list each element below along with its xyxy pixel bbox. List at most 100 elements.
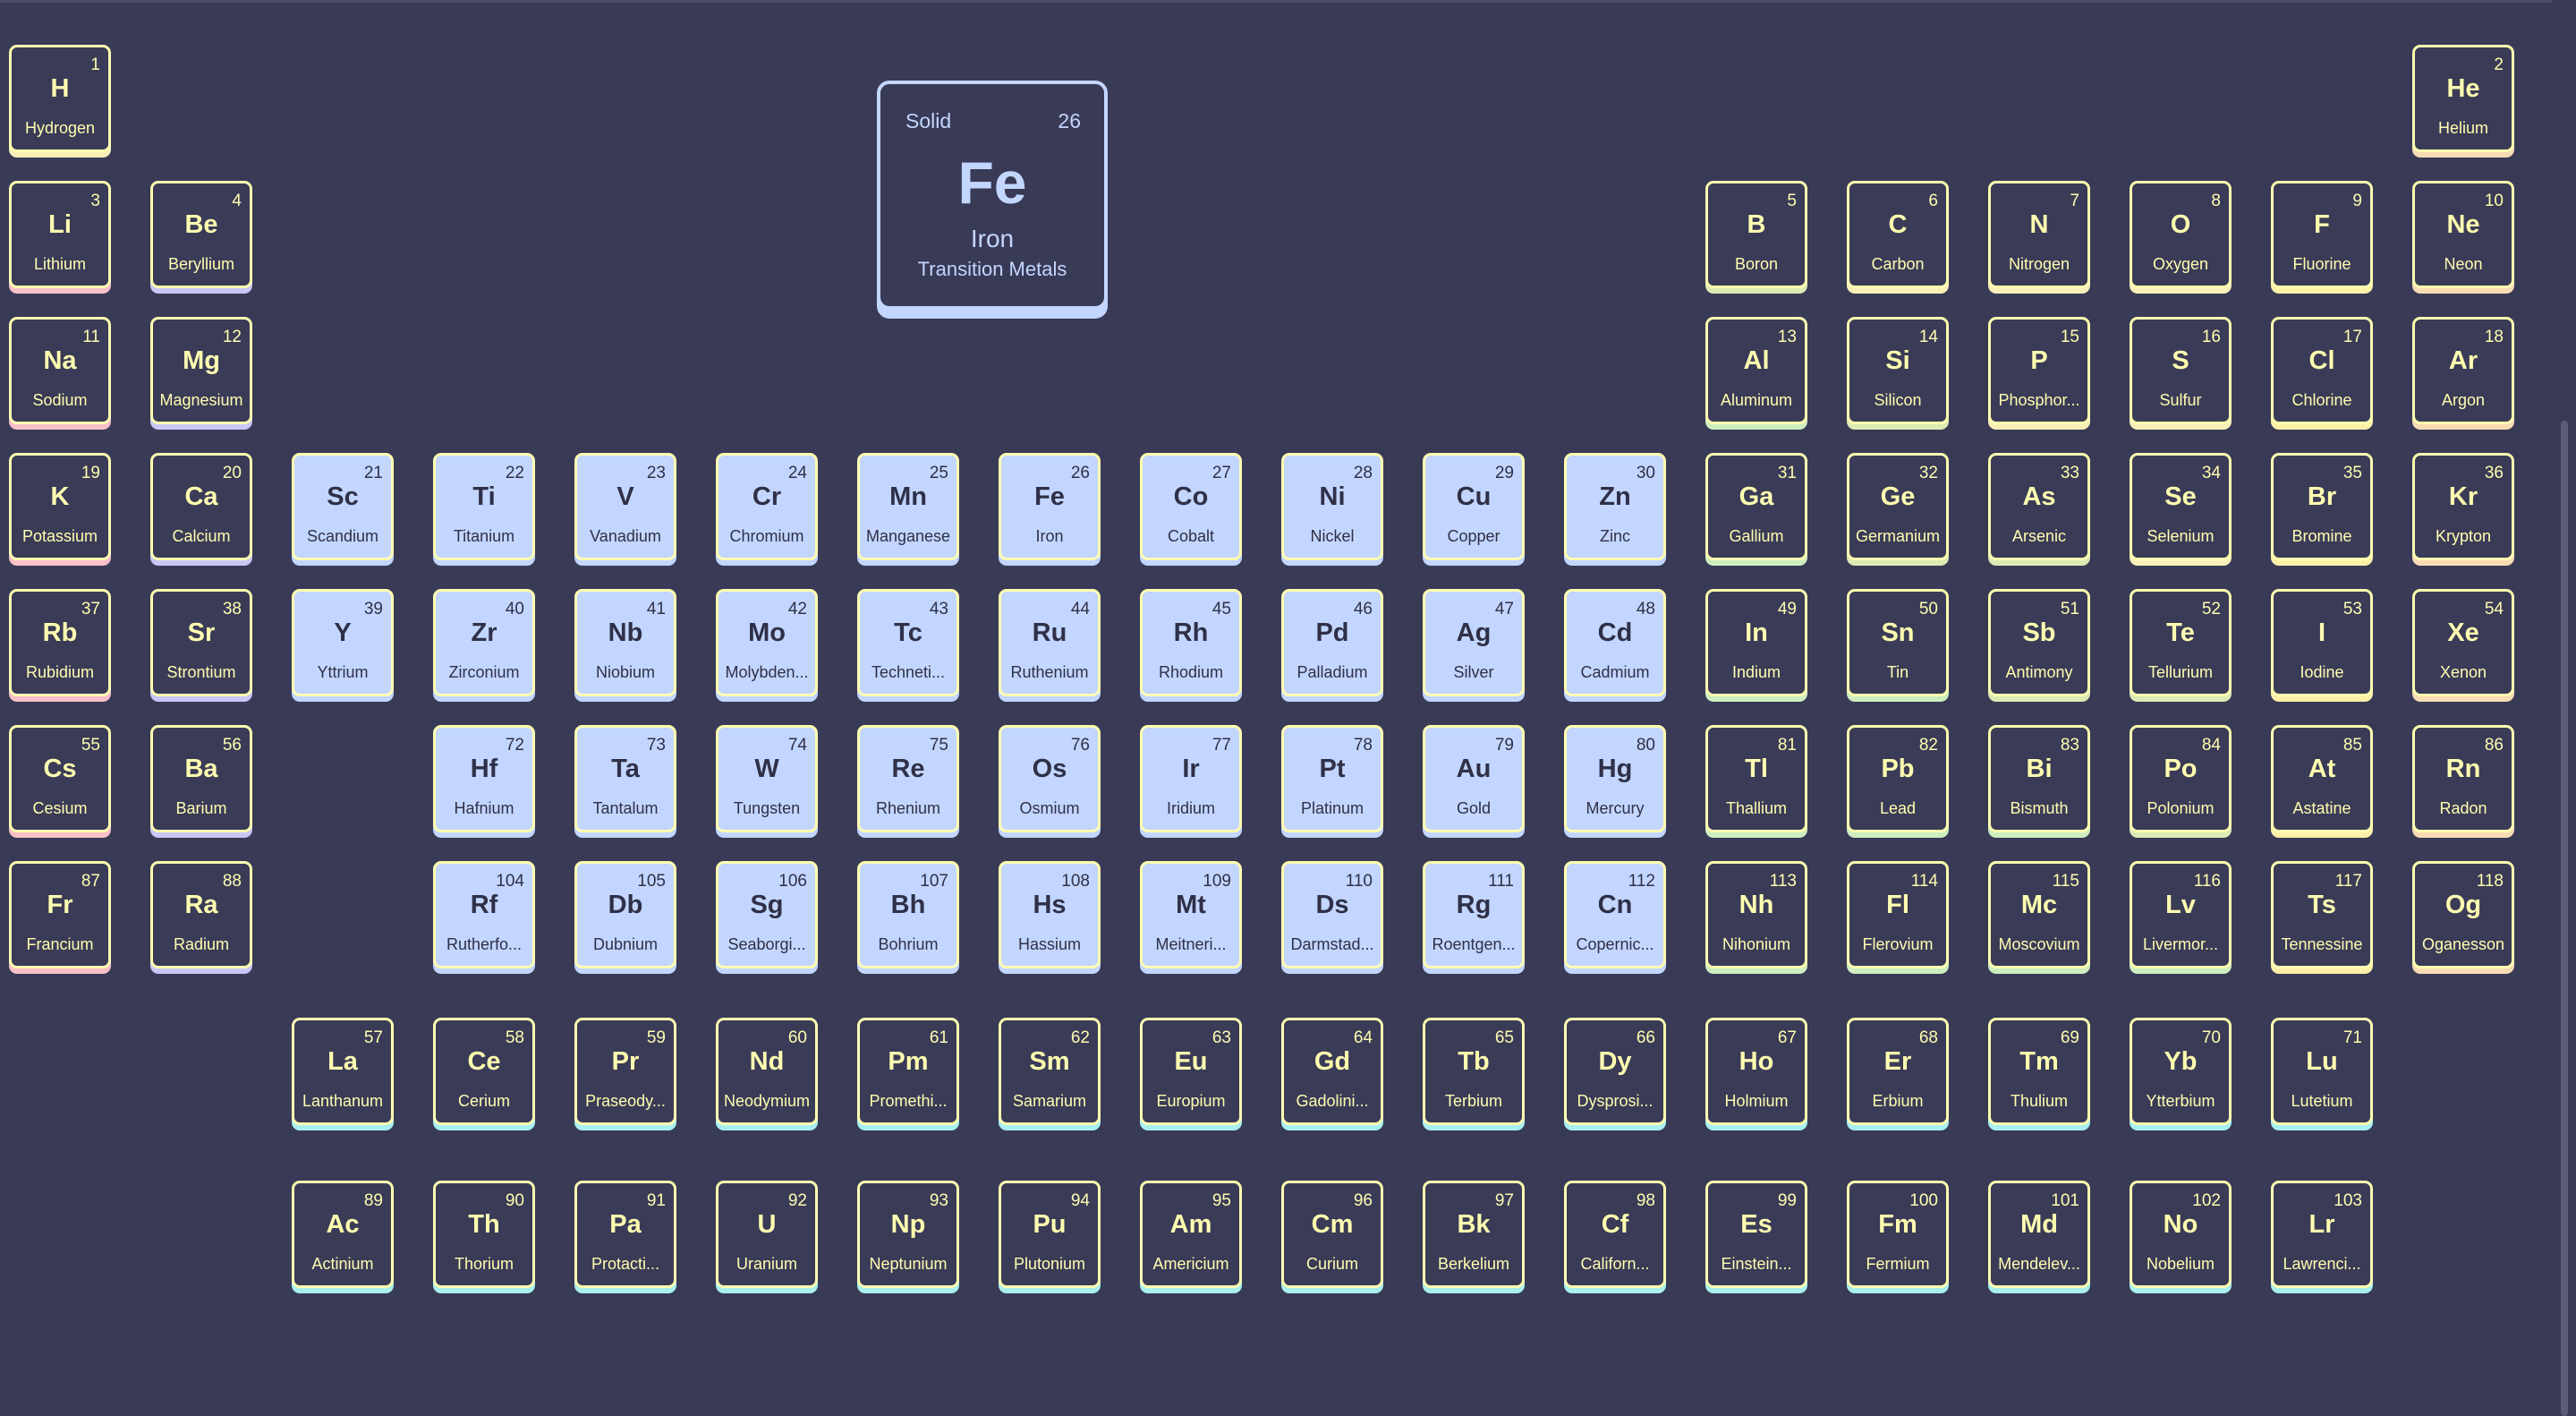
element-tile-selenium[interactable]: 34 Se Selenium <box>2130 453 2232 560</box>
element-tile-rhodium[interactable]: 45 Rh Rhodium <box>1140 589 1242 696</box>
element-tile-dubnium[interactable]: 105 Db Dubnium <box>574 861 676 968</box>
element-tile-francium[interactable]: 87 Fr Francium <box>9 861 111 968</box>
element-tile-rubidium[interactable]: 37 Rb Rubidium <box>9 589 111 696</box>
element-tile-mercury[interactable]: 80 Hg Mercury <box>1564 725 1666 832</box>
element-tile-osmium[interactable]: 76 Os Osmium <box>999 725 1101 832</box>
element-tile-ytterbium[interactable]: 70 Yb Ytterbium <box>2130 1018 2232 1125</box>
element-tile-tellurium[interactable]: 52 Te Tellurium <box>2130 589 2232 696</box>
element-tile-xenon[interactable]: 54 Xe Xenon <box>2412 589 2514 696</box>
element-tile-berkelium[interactable]: 97 Bk Berkelium <box>1423 1181 1525 1288</box>
element-tile-lutetium[interactable]: 71 Lu Lutetium <box>2271 1018 2373 1125</box>
element-tile-nickel[interactable]: 28 Ni Nickel <box>1281 453 1383 560</box>
element-tile-bromine[interactable]: 35 Br Bromine <box>2271 453 2373 560</box>
element-tile-americium[interactable]: 95 Am Americium <box>1140 1181 1242 1288</box>
element-tile-molybden[interactable]: 42 Mo Molybden... <box>716 589 818 696</box>
element-tile-promethi[interactable]: 61 Pm Promethi... <box>857 1018 959 1125</box>
element-tile-ruthenium[interactable]: 44 Ru Ruthenium <box>999 589 1101 696</box>
element-tile-californ[interactable]: 98 Cf Californ... <box>1564 1181 1666 1288</box>
element-tile-tantalum[interactable]: 73 Ta Tantalum <box>574 725 676 832</box>
element-tile-erbium[interactable]: 68 Er Erbium <box>1847 1018 1949 1125</box>
element-tile-iodine[interactable]: 53 I Iodine <box>2271 589 2373 696</box>
element-tile-techneti[interactable]: 43 Tc Techneti... <box>857 589 959 696</box>
element-tile-fluorine[interactable]: 9 F Fluorine <box>2271 181 2373 288</box>
element-tile-nitrogen[interactable]: 7 N Nitrogen <box>1988 181 2090 288</box>
element-tile-polonium[interactable]: 84 Po Polonium <box>2130 725 2232 832</box>
element-tile-phosphor[interactable]: 15 P Phosphor... <box>1988 317 2090 424</box>
element-tile-copernic[interactable]: 112 Cn Copernic... <box>1564 861 1666 968</box>
element-tile-cerium[interactable]: 58 Ce Cerium <box>433 1018 535 1125</box>
element-tile-magnesium[interactable]: 12 Mg Magnesium <box>150 317 252 424</box>
element-tile-zirconium[interactable]: 40 Zr Zirconium <box>433 589 535 696</box>
element-tile-protacti[interactable]: 91 Pa Protacti... <box>574 1181 676 1288</box>
element-tile-beryllium[interactable]: 4 Be Beryllium <box>150 181 252 288</box>
element-tile-europium[interactable]: 63 Eu Europium <box>1140 1018 1242 1125</box>
element-tile-strontium[interactable]: 38 Sr Strontium <box>150 589 252 696</box>
scrollbar-thumb[interactable] <box>2561 421 2568 1416</box>
element-tile-cesium[interactable]: 55 Cs Cesium <box>9 725 111 832</box>
element-tile-platinum[interactable]: 78 Pt Platinum <box>1281 725 1383 832</box>
element-tile-lead[interactable]: 82 Pb Lead <box>1847 725 1949 832</box>
element-tile-thallium[interactable]: 81 Tl Thallium <box>1705 725 1807 832</box>
element-tile-manganese[interactable]: 25 Mn Manganese <box>857 453 959 560</box>
element-tile-livermor[interactable]: 116 Lv Livermor... <box>2130 861 2232 968</box>
element-tile-argon[interactable]: 18 Ar Argon <box>2412 317 2514 424</box>
element-tile-silver[interactable]: 47 Ag Silver <box>1423 589 1525 696</box>
element-tile-gallium[interactable]: 31 Ga Gallium <box>1705 453 1807 560</box>
element-tile-thorium[interactable]: 90 Th Thorium <box>433 1181 535 1288</box>
element-tile-antimony[interactable]: 51 Sb Antimony <box>1988 589 2090 696</box>
element-tile-actinium[interactable]: 89 Ac Actinium <box>292 1181 394 1288</box>
element-tile-flerovium[interactable]: 114 Fl Flerovium <box>1847 861 1949 968</box>
element-tile-yttrium[interactable]: 39 Y Yttrium <box>292 589 394 696</box>
element-tile-scandium[interactable]: 21 Sc Scandium <box>292 453 394 560</box>
element-tile-tennessine[interactable]: 117 Ts Tennessine <box>2271 861 2373 968</box>
element-tile-copper[interactable]: 29 Cu Copper <box>1423 453 1525 560</box>
element-tile-cadmium[interactable]: 48 Cd Cadmium <box>1564 589 1666 696</box>
element-tile-neptunium[interactable]: 93 Np Neptunium <box>857 1181 959 1288</box>
element-tile-barium[interactable]: 56 Ba Barium <box>150 725 252 832</box>
element-tile-tungsten[interactable]: 74 W Tungsten <box>716 725 818 832</box>
element-tile-silicon[interactable]: 14 Si Silicon <box>1847 317 1949 424</box>
element-tile-palladium[interactable]: 46 Pd Palladium <box>1281 589 1383 696</box>
element-tile-hassium[interactable]: 108 Hs Hassium <box>999 861 1101 968</box>
element-tile-curium[interactable]: 96 Cm Curium <box>1281 1181 1383 1288</box>
element-tile-seaborgi[interactable]: 106 Sg Seaborgi... <box>716 861 818 968</box>
element-tile-hydrogen[interactable]: 1 H Hydrogen <box>9 45 111 152</box>
element-tile-praseody[interactable]: 59 Pr Praseody... <box>574 1018 676 1125</box>
element-tile-oxygen[interactable]: 8 O Oxygen <box>2130 181 2232 288</box>
element-tile-iron[interactable]: 26 Fe Iron <box>999 453 1101 560</box>
element-tile-holmium[interactable]: 67 Ho Holmium <box>1705 1018 1807 1125</box>
element-tile-astatine[interactable]: 85 At Astatine <box>2271 725 2373 832</box>
element-tile-rutherfo[interactable]: 104 Rf Rutherfo... <box>433 861 535 968</box>
element-tile-rhenium[interactable]: 75 Re Rhenium <box>857 725 959 832</box>
element-tile-neon[interactable]: 10 Ne Neon <box>2412 181 2514 288</box>
element-tile-uranium[interactable]: 92 U Uranium <box>716 1181 818 1288</box>
element-tile-darmstad[interactable]: 110 Ds Darmstad... <box>1281 861 1383 968</box>
element-tile-gadolini[interactable]: 64 Gd Gadolini... <box>1281 1018 1383 1125</box>
element-tile-lithium[interactable]: 3 Li Lithium <box>9 181 111 288</box>
element-tile-mendelev[interactable]: 101 Md Mendelev... <box>1988 1181 2090 1288</box>
element-tile-meitneri[interactable]: 109 Mt Meitneri... <box>1140 861 1242 968</box>
element-tile-germanium[interactable]: 32 Ge Germanium <box>1847 453 1949 560</box>
element-tile-hafnium[interactable]: 72 Hf Hafnium <box>433 725 535 832</box>
element-tile-arsenic[interactable]: 33 As Arsenic <box>1988 453 2090 560</box>
element-tile-bismuth[interactable]: 83 Bi Bismuth <box>1988 725 2090 832</box>
element-tile-zinc[interactable]: 30 Zn Zinc <box>1564 453 1666 560</box>
element-tile-iridium[interactable]: 77 Ir Iridium <box>1140 725 1242 832</box>
element-tile-titanium[interactable]: 22 Ti Titanium <box>433 453 535 560</box>
element-tile-niobium[interactable]: 41 Nb Niobium <box>574 589 676 696</box>
element-tile-roentgen[interactable]: 111 Rg Roentgen... <box>1423 861 1525 968</box>
element-tile-vanadium[interactable]: 23 V Vanadium <box>574 453 676 560</box>
element-tile-krypton[interactable]: 36 Kr Krypton <box>2412 453 2514 560</box>
element-tile-samarium[interactable]: 62 Sm Samarium <box>999 1018 1101 1125</box>
element-tile-neodymium[interactable]: 60 Nd Neodymium <box>716 1018 818 1125</box>
element-tile-bohrium[interactable]: 107 Bh Bohrium <box>857 861 959 968</box>
element-tile-gold[interactable]: 79 Au Gold <box>1423 725 1525 832</box>
element-tile-carbon[interactable]: 6 C Carbon <box>1847 181 1949 288</box>
element-tile-indium[interactable]: 49 In Indium <box>1705 589 1807 696</box>
element-tile-nihonium[interactable]: 113 Nh Nihonium <box>1705 861 1807 968</box>
element-tile-helium[interactable]: 2 He Helium <box>2412 45 2514 152</box>
element-tile-radium[interactable]: 88 Ra Radium <box>150 861 252 968</box>
element-tile-potassium[interactable]: 19 K Potassium <box>9 453 111 560</box>
element-tile-lawrenci[interactable]: 103 Lr Lawrenci... <box>2271 1181 2373 1288</box>
element-tile-calcium[interactable]: 20 Ca Calcium <box>150 453 252 560</box>
